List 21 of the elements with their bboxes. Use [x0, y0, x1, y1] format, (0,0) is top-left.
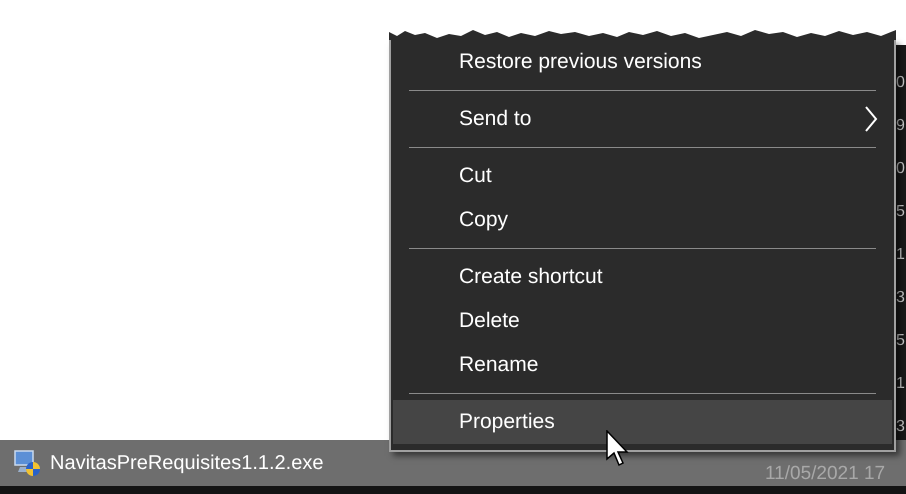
menu-item[interactable]: Properties	[393, 400, 892, 444]
cell-fragment: 5	[896, 331, 906, 350]
modified-date: 11/05/2021 17	[765, 462, 886, 486]
cell-fragment: 1	[896, 245, 906, 264]
cell-fragment: 5	[896, 202, 906, 221]
menu-item[interactable]: Rename	[393, 343, 892, 387]
menu-item[interactable]: Create shortcut	[393, 255, 892, 299]
cell-fragment: 9	[896, 116, 906, 135]
installer-icon	[12, 448, 42, 478]
chevron-right-icon	[864, 106, 878, 132]
cell-fragment: 0	[896, 73, 906, 92]
cell-fragment: 3	[896, 417, 906, 436]
cell-fragment: 1	[896, 374, 906, 393]
menu-item[interactable]: Cut	[393, 154, 892, 198]
cell-fragment: 0	[896, 159, 906, 178]
menu-item[interactable]: Delete	[393, 299, 892, 343]
submenu-item[interactable]: Send to	[393, 97, 892, 141]
menu-item[interactable]: Copy	[393, 198, 892, 242]
cell-fragment: 3	[896, 288, 906, 307]
menu-item[interactable]: Restore previous versions	[393, 40, 892, 84]
file-name: NavitasPreRequisites1.1.2.exe	[50, 451, 324, 476]
